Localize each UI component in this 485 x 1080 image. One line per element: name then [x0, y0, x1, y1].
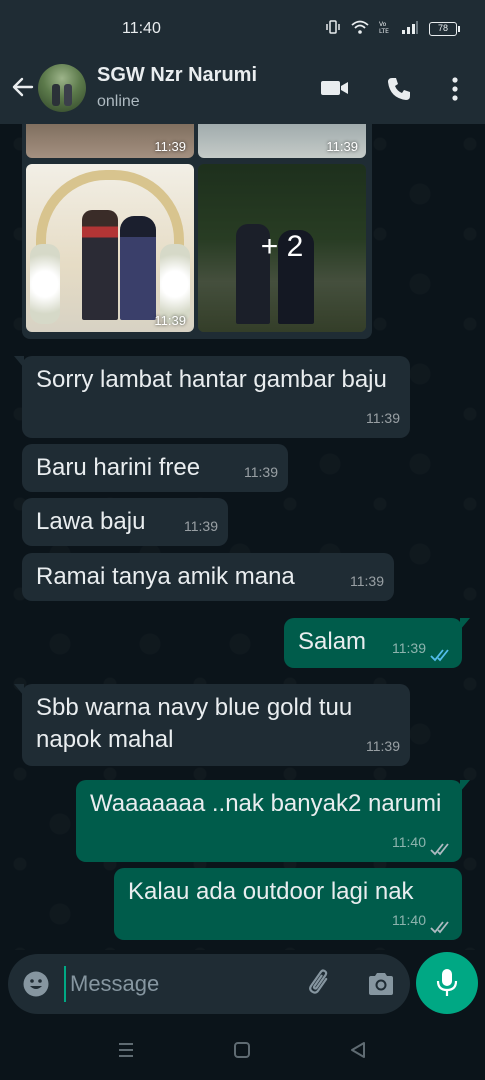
message-time: 11:39	[244, 464, 278, 480]
avatar[interactable]	[38, 64, 86, 112]
photo-time: 11:39	[154, 313, 186, 328]
phone-icon[interactable]	[386, 76, 414, 100]
message-text: Sbb warna navy blue gold tuu napok mahal	[36, 694, 353, 753]
chat-area[interactable]: 11:39 11:39 11:39 + 2 Sorry lambat hanta…	[0, 124, 485, 950]
delivered-receipt-icon	[430, 835, 452, 856]
back-nav-icon[interactable]	[348, 1040, 370, 1062]
message-time: 11:39	[184, 518, 218, 534]
recents-icon[interactable]	[116, 1040, 138, 1062]
message-bubble[interactable]: Baru harini free 11:39	[22, 444, 288, 492]
message-text: Kalau ada outdoor lagi nak	[128, 878, 414, 905]
back-arrow-icon[interactable]	[10, 74, 36, 100]
camera-icon[interactable]	[366, 970, 396, 998]
status-bar: 11:40 Vo LTE 78	[0, 0, 485, 60]
message-composer	[8, 954, 410, 1014]
message-time: 11:39	[350, 573, 384, 589]
message-bubble[interactable]: Sorry lambat hantar gambar baju 11:39	[14, 356, 410, 438]
photo-thumbnail[interactable]: 11:39	[198, 124, 366, 158]
contact-status: online	[97, 93, 140, 110]
video-call-icon[interactable]	[320, 76, 348, 100]
volte-icon: Vo LTE	[379, 20, 391, 37]
message-text: Sorry lambat hantar gambar baju	[36, 366, 387, 393]
vibrate-icon	[325, 20, 341, 37]
photo-time: 11:39	[326, 139, 358, 154]
home-icon[interactable]	[232, 1040, 254, 1062]
battery-icon: 78	[429, 21, 460, 36]
wifi-icon	[351, 20, 369, 37]
message-bubble[interactable]: Sbb warna navy blue gold tuu napok mahal…	[14, 684, 410, 766]
delivered-receipt-icon	[430, 913, 452, 934]
svg-text:Vo: Vo	[379, 21, 387, 28]
message-time: 11:39	[392, 640, 426, 656]
svg-text:LTE: LTE	[379, 28, 389, 34]
message-time: 11:39	[366, 410, 400, 426]
contact-name[interactable]: SGW Nzr Narumi	[97, 64, 257, 87]
emoji-icon[interactable]	[22, 970, 50, 998]
message-text: Baru harini free	[36, 454, 201, 481]
attach-icon[interactable]	[306, 968, 336, 1000]
message-bubble[interactable]: Salam 11:39	[284, 618, 470, 668]
message-time: 11:40	[392, 912, 426, 928]
more-photos-count: + 2	[260, 230, 304, 263]
photo-thumbnail-more[interactable]: + 2	[198, 164, 366, 332]
read-receipt-icon	[430, 641, 452, 662]
mic-icon	[436, 969, 458, 996]
system-nav-bar	[0, 1022, 485, 1080]
message-bubble[interactable]: Ramai tanya amik mana 11:39	[22, 553, 394, 601]
message-bubble[interactable]: Lawa baju 11:39	[22, 498, 228, 546]
message-time: 11:40	[392, 834, 426, 850]
mic-button[interactable]	[416, 952, 478, 1014]
chat-header: SGW Nzr Narumi online	[0, 60, 485, 124]
photo-thumbnail[interactable]: 11:39	[26, 124, 194, 158]
media-album[interactable]: 11:39 11:39 11:39 + 2	[22, 124, 372, 339]
message-text: Salam	[298, 628, 367, 655]
message-text: Lawa baju	[36, 508, 146, 535]
message-input[interactable]	[64, 966, 294, 1002]
signal-icon	[401, 20, 419, 37]
message-time: 11:39	[366, 738, 400, 754]
message-bubble[interactable]: Waaaaaaa ..nak banyak2 narumi 11:40	[76, 780, 470, 862]
photo-time: 11:39	[154, 139, 186, 154]
message-text: Ramai tanya amik mana	[36, 563, 295, 590]
message-bubble[interactable]: Kalau ada outdoor lagi nak 11:40	[114, 868, 462, 940]
status-time: 11:40	[122, 20, 161, 37]
photo-thumbnail[interactable]: 11:39	[26, 164, 194, 332]
message-text: Waaaaaaa ..nak banyak2 narumi	[90, 790, 442, 817]
more-vert-icon[interactable]	[446, 76, 464, 101]
status-icons: Vo LTE 78	[325, 20, 460, 37]
